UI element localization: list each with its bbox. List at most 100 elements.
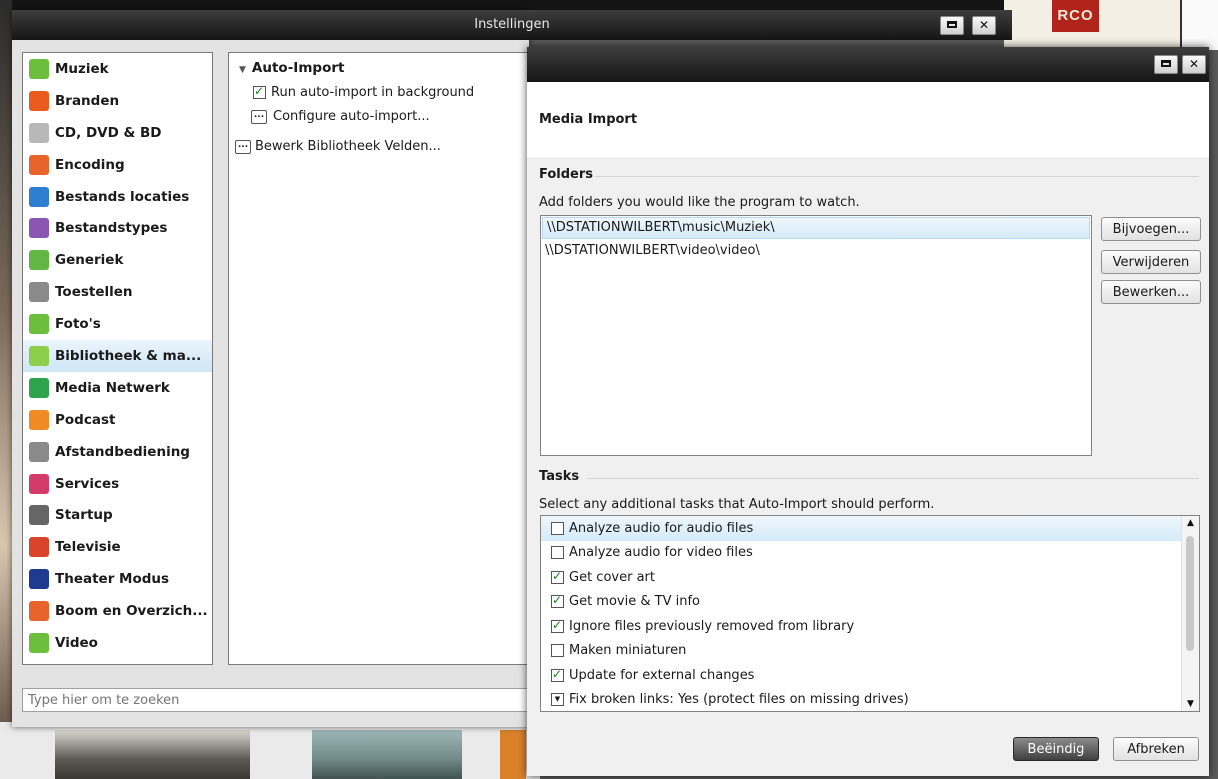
settings-window: Instellingen ✕ Muziek Branden CD, DVD & BD… [12, 10, 1012, 727]
encoding-icon [29, 154, 49, 175]
edit-library-fields-option[interactable]: ... Bewerk Bibliotheek Velden... [235, 139, 441, 154]
sidebar-item[interactable]: Podcast [23, 404, 212, 436]
close-icon: ✕ [978, 18, 990, 32]
sidebar-item-label: Video [55, 634, 98, 651]
maximize-icon [1161, 60, 1171, 67]
file-locations-icon [29, 186, 49, 207]
file-types-icon [29, 218, 49, 239]
dialog-header: Media Import [527, 82, 1209, 157]
sidebar-item-label: Televisie [55, 539, 121, 556]
sidebar-item[interactable]: Services [23, 468, 212, 500]
task-label: Update for external changes [569, 667, 755, 683]
auto-import-section-header[interactable]: ▼ Auto-Import [239, 60, 344, 76]
sidebar-item-label: Services [55, 475, 120, 492]
add-folder-button[interactable]: Bijvoegen... [1101, 217, 1201, 241]
sidebar-item[interactable]: Toestellen [23, 276, 212, 308]
search-input[interactable] [23, 689, 531, 711]
task-list-item[interactable]: Ignore files previously removed from lib… [541, 614, 1199, 639]
background-photo [500, 730, 526, 779]
sidebar-item-label: Media Netwerk [55, 379, 170, 396]
task-list-item[interactable]: Get cover art [541, 565, 1199, 590]
sidebar-item[interactable]: Afstandbediening [23, 436, 212, 468]
sidebar-item[interactable]: Muziek [23, 53, 212, 85]
scroll-down-icon[interactable]: ▼ [1182, 699, 1199, 709]
remove-folder-button[interactable]: Verwijderen [1101, 250, 1201, 274]
folder-list-item[interactable]: \\DSTATIONWILBERT\video\video\ [541, 240, 1091, 262]
theater-icon [29, 569, 49, 590]
sidebar-item[interactable]: Theater Modus [23, 563, 212, 595]
sidebar-item[interactable]: Boom en Overzich... [23, 595, 212, 627]
sidebar-item[interactable]: Generiek [23, 244, 212, 276]
run-in-background-option[interactable]: Run auto-import in background [253, 84, 474, 100]
background-left-strip [0, 0, 12, 779]
task-checkbox[interactable] [551, 644, 564, 658]
sidebar-item[interactable]: Video [23, 627, 212, 659]
tasks-rows: Analyze audio for audio files Analyze aud… [541, 516, 1199, 712]
sidebar-item-label: Toestellen [55, 284, 133, 301]
task-list-item[interactable]: Analyze audio for audio files [541, 516, 1199, 541]
tasks-scrollbar[interactable]: ▲ ▼ [1181, 516, 1199, 711]
library-icon [29, 345, 49, 366]
sidebar-item[interactable]: Startup [23, 499, 212, 531]
sidebar-item-label: Generiek [55, 252, 124, 269]
scroll-up-icon[interactable]: ▲ [1182, 518, 1199, 528]
edit-folder-button[interactable]: Bewerken... [1101, 280, 1201, 304]
folder-list-item[interactable]: \\DSTATIONWILBERT\music\Muziek\ [542, 217, 1090, 239]
task-checkbox[interactable] [551, 569, 564, 584]
task-list-item[interactable]: Get movie & TV info [541, 590, 1199, 615]
task-checkbox[interactable] [551, 618, 564, 633]
task-list-item[interactable]: Update for external changes [541, 663, 1199, 688]
tree-view-icon [29, 601, 49, 622]
services-icon [29, 473, 49, 494]
sidebar-item-label: CD, DVD & BD [55, 124, 162, 141]
sidebar-item[interactable]: Branden [23, 85, 212, 117]
background-photo [55, 730, 250, 779]
sidebar-item[interactable]: Televisie [23, 531, 212, 563]
sidebar-item-label: Startup [55, 507, 113, 524]
search-box[interactable] [22, 688, 532, 712]
folders-list[interactable]: \\DSTATIONWILBERT\music\Muziek\ \\DSTATIO… [540, 215, 1092, 456]
sidebar-item-label: Foto's [55, 316, 101, 333]
cancel-button[interactable]: Afbreken [1113, 737, 1199, 761]
maximize-button[interactable] [1154, 55, 1178, 74]
dialog-heading: Media Import [539, 112, 638, 127]
task-label: Analyze audio for video files [569, 545, 753, 561]
dropdown-icon[interactable]: ▼ [551, 693, 564, 707]
sidebar-item[interactable]: Foto's [23, 308, 212, 340]
task-checkbox[interactable] [551, 667, 564, 682]
remote-control-icon [29, 441, 49, 462]
task-list-item[interactable]: Maken miniaturen [541, 639, 1199, 664]
task-list-item[interactable]: ▼ Fix broken links: Yes (protect files on… [541, 688, 1199, 712]
task-label: Maken miniaturen [569, 643, 687, 659]
sidebar-item-label: Podcast [55, 411, 116, 428]
folders-hint: Add folders you would like the program t… [539, 195, 860, 210]
sidebar-item-label: Bestands locaties [55, 188, 190, 205]
scrollbar-thumb[interactable] [1186, 536, 1194, 651]
task-label: Fix broken links: Yes (protect files on … [569, 692, 909, 708]
maximize-button[interactable] [940, 16, 964, 35]
photos-icon [29, 314, 49, 335]
dialog-titlebar[interactable]: ✕ [527, 47, 1209, 82]
task-list-item[interactable]: Analyze audio for video files [541, 541, 1199, 566]
tasks-list[interactable]: Analyze audio for audio files Analyze aud… [540, 515, 1200, 712]
sidebar-item-label: Theater Modus [55, 571, 170, 588]
task-checkbox[interactable] [551, 546, 564, 560]
sidebar-item[interactable]: CD, DVD & BD [23, 117, 212, 149]
sidebar-item[interactable]: Bestandstypes [23, 212, 212, 244]
close-button[interactable]: ✕ [1182, 55, 1206, 74]
task-label: Analyze audio for audio files [569, 520, 754, 536]
sidebar-item-label: Afstandbediening [55, 443, 190, 460]
settings-titlebar[interactable]: Instellingen ✕ [12, 10, 1012, 40]
background-right-edge [1180, 0, 1218, 50]
sidebar-item[interactable]: Encoding [23, 149, 212, 181]
sidebar-item[interactable]: Bibliotheek & ma... [23, 340, 212, 372]
maximize-icon [947, 21, 957, 28]
run-in-background-checkbox[interactable] [253, 84, 266, 99]
task-checkbox[interactable] [551, 521, 564, 535]
sidebar-item[interactable]: Media Netwerk [23, 372, 212, 404]
task-checkbox[interactable] [551, 593, 564, 609]
close-button[interactable]: ✕ [972, 16, 996, 35]
finish-button[interactable]: Beëindig [1013, 737, 1099, 761]
configure-auto-import-option[interactable]: ... Configure auto-import... [251, 109, 430, 124]
sidebar-item[interactable]: Bestands locaties [23, 181, 212, 213]
